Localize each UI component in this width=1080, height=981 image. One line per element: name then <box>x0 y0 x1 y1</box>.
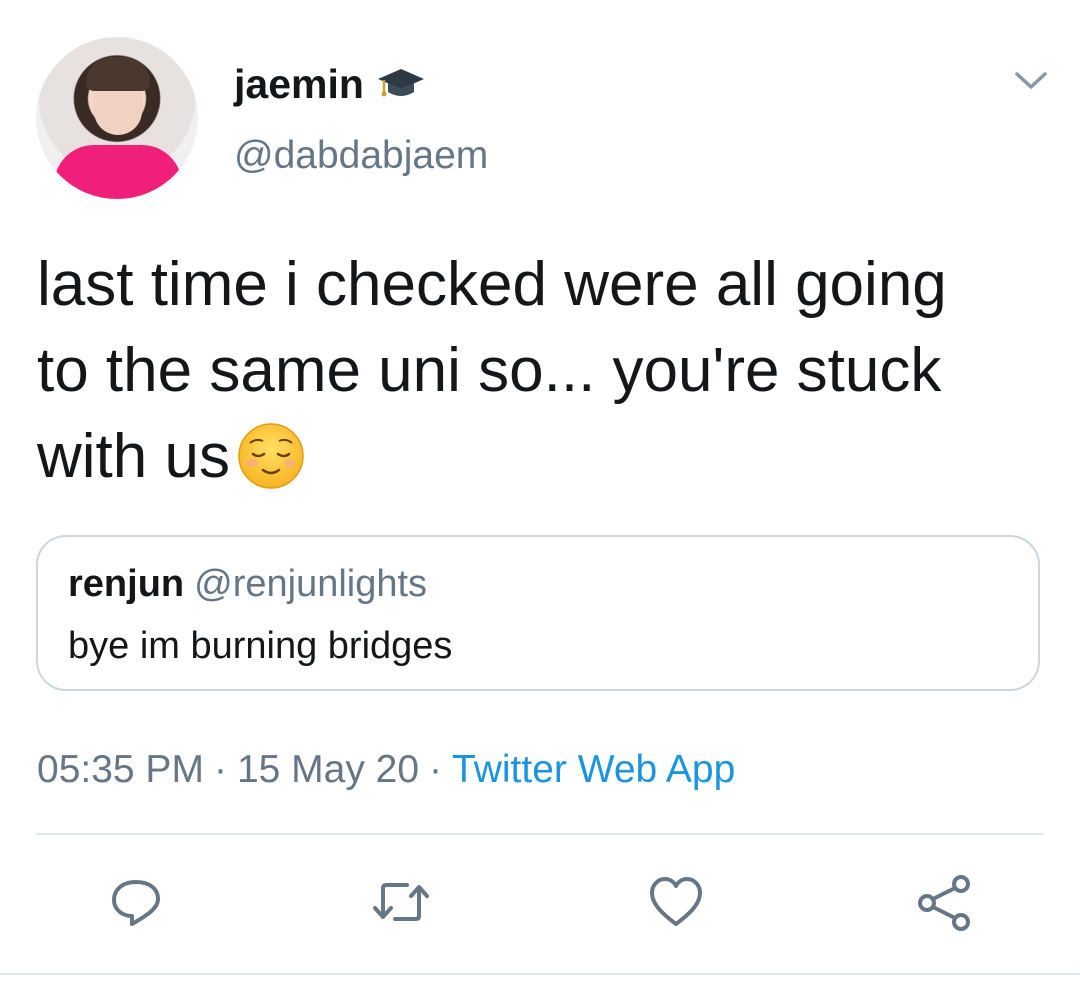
share-icon <box>918 875 970 931</box>
avatar-shirt <box>54 145 182 199</box>
share-button[interactable] <box>914 872 974 932</box>
tweet-text-content: last time i checked were all going to th… <box>37 250 947 491</box>
retweet-icon <box>373 883 429 921</box>
reply-icon <box>112 880 160 926</box>
avatar-hair <box>86 57 150 91</box>
retweet-button[interactable] <box>371 872 431 932</box>
relieved-face-emoji-icon <box>236 421 306 491</box>
quoted-tweet-text: bye im burning bridges <box>68 625 453 667</box>
like-button[interactable] <box>646 872 706 932</box>
quoted-author-handle: @renjunlights <box>194 563 428 605</box>
author-name-row[interactable]: jaemin <box>234 58 426 110</box>
tweet-meta: 05:35 PM · 15 May 20 · Twitter Web App <box>37 745 735 795</box>
tweet-date: 15 May 20 <box>236 748 420 791</box>
author-handle[interactable]: @dabdabjaem <box>234 132 488 180</box>
avatar[interactable] <box>36 37 198 199</box>
reply-button[interactable] <box>106 872 166 932</box>
author-display-name[interactable]: jaemin <box>234 58 364 110</box>
bottom-divider <box>0 973 1080 975</box>
chevron-down-icon[interactable] <box>1012 66 1050 94</box>
tweet-source-link[interactable]: Twitter Web App <box>452 748 735 791</box>
divider <box>36 833 1044 835</box>
quoted-tweet-header: renjun @renjunlights <box>68 561 427 607</box>
tweet-time: 05:35 PM <box>37 748 204 791</box>
meta-separator: · <box>213 748 227 791</box>
graduation-cap-icon <box>376 67 426 101</box>
heart-icon <box>650 877 702 926</box>
quoted-author-name: renjun <box>68 563 185 605</box>
tweet-card: jaemin @dabdabjaem last time i checked w… <box>0 0 1080 981</box>
meta-separator: · <box>429 748 443 791</box>
tweet-text: last time i checked were all going to th… <box>37 242 1047 500</box>
quoted-tweet[interactable]: renjun @renjunlights bye im burning bridg… <box>36 535 1040 691</box>
